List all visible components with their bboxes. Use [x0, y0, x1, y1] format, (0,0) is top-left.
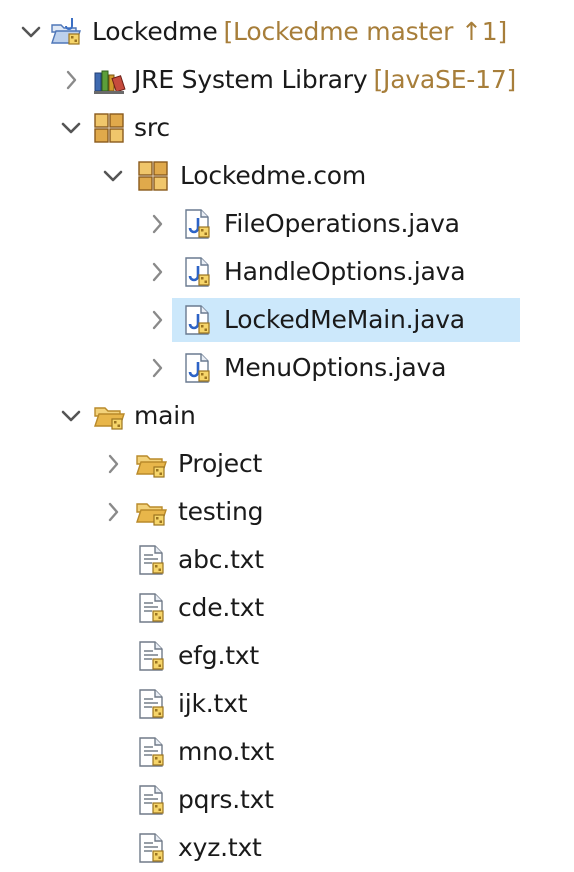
- java-file-icon: [180, 207, 214, 241]
- text-file-label: pqrs.txt: [178, 785, 274, 814]
- tree-item-text-file[interactable]: cde.txt: [0, 584, 574, 632]
- tree-item-text-file[interactable]: abc.txt: [0, 536, 574, 584]
- tree-item-java-file-selected[interactable]: LockedMeMain.java: [0, 296, 574, 344]
- chevron-right-icon[interactable]: [100, 499, 126, 525]
- main-label: main: [134, 401, 196, 430]
- tree-item-folder[interactable]: testing: [0, 488, 574, 536]
- java-file-icon: [180, 351, 214, 385]
- package-icon: [136, 159, 170, 193]
- chevron-down-icon[interactable]: [100, 163, 126, 189]
- folder-icon: [134, 495, 168, 529]
- tree-item-text-file[interactable]: efg.txt: [0, 632, 574, 680]
- text-file-icon: [134, 831, 168, 865]
- project-explorer-tree: Lockedme [Lockedme master ↑1] JRE System …: [0, 8, 574, 872]
- chevron-down-icon[interactable]: [18, 19, 44, 45]
- tree-item-text-file[interactable]: xyz.txt: [0, 824, 574, 872]
- jre-version-decoration: [JavaSE-17]: [373, 65, 517, 94]
- tree-item-java-file[interactable]: MenuOptions.java: [0, 344, 574, 392]
- text-file-icon: [134, 543, 168, 577]
- java-project-icon: [50, 15, 84, 49]
- text-file-label: xyz.txt: [178, 833, 262, 862]
- text-file-icon: [134, 639, 168, 673]
- chevron-right-icon[interactable]: [100, 451, 126, 477]
- src-label: src: [134, 113, 170, 142]
- tree-item-project[interactable]: Lockedme [Lockedme master ↑1]: [0, 8, 574, 56]
- text-file-icon: [134, 783, 168, 817]
- tree-item-text-file[interactable]: ijk.txt: [0, 680, 574, 728]
- text-file-label: efg.txt: [178, 641, 259, 670]
- tree-item-jre-system-library[interactable]: JRE System Library [JavaSE-17]: [0, 56, 574, 104]
- java-file-label: LockedMeMain.java: [224, 305, 465, 334]
- jre-label: JRE System Library [JavaSE-17]: [134, 65, 517, 94]
- source-folder-icon: [92, 111, 126, 145]
- chevron-right-icon[interactable]: [58, 67, 84, 93]
- text-file-icon: [134, 591, 168, 625]
- git-decoration: [Lockedme master ↑1]: [223, 17, 508, 46]
- java-file-icon: [180, 255, 214, 289]
- tree-item-folder[interactable]: Project: [0, 440, 574, 488]
- text-file-label: mno.txt: [178, 737, 274, 766]
- library-icon: [92, 63, 126, 97]
- tree-item-text-file[interactable]: pqrs.txt: [0, 776, 574, 824]
- java-file-label: MenuOptions.java: [224, 353, 447, 382]
- chevron-down-icon[interactable]: [58, 115, 84, 141]
- chevron-right-icon[interactable]: [144, 307, 170, 333]
- tree-item-java-file[interactable]: HandleOptions.java: [0, 248, 574, 296]
- project-label: Lockedme [Lockedme master ↑1]: [92, 17, 508, 46]
- folder-open-icon: [92, 399, 126, 433]
- folder-icon: [134, 447, 168, 481]
- chevron-right-icon[interactable]: [144, 355, 170, 381]
- tree-item-main[interactable]: main: [0, 392, 574, 440]
- folder-label: testing: [178, 497, 264, 526]
- tree-item-text-file[interactable]: mno.txt: [0, 728, 574, 776]
- text-file-label: abc.txt: [178, 545, 264, 574]
- text-file-icon: [134, 735, 168, 769]
- folder-label: Project: [178, 449, 263, 478]
- java-file-label: FileOperations.java: [224, 209, 460, 238]
- chevron-down-icon[interactable]: [58, 403, 84, 429]
- tree-item-src[interactable]: src: [0, 104, 574, 152]
- package-label: Lockedme.com: [180, 161, 367, 190]
- chevron-right-icon[interactable]: [144, 259, 170, 285]
- text-file-icon: [134, 687, 168, 721]
- java-file-label: HandleOptions.java: [224, 257, 466, 286]
- text-file-label: cde.txt: [178, 593, 264, 622]
- text-file-label: ijk.txt: [178, 689, 248, 718]
- tree-item-package[interactable]: Lockedme.com: [0, 152, 574, 200]
- chevron-right-icon[interactable]: [144, 211, 170, 237]
- java-file-icon: [180, 303, 214, 337]
- tree-item-java-file[interactable]: FileOperations.java: [0, 200, 574, 248]
